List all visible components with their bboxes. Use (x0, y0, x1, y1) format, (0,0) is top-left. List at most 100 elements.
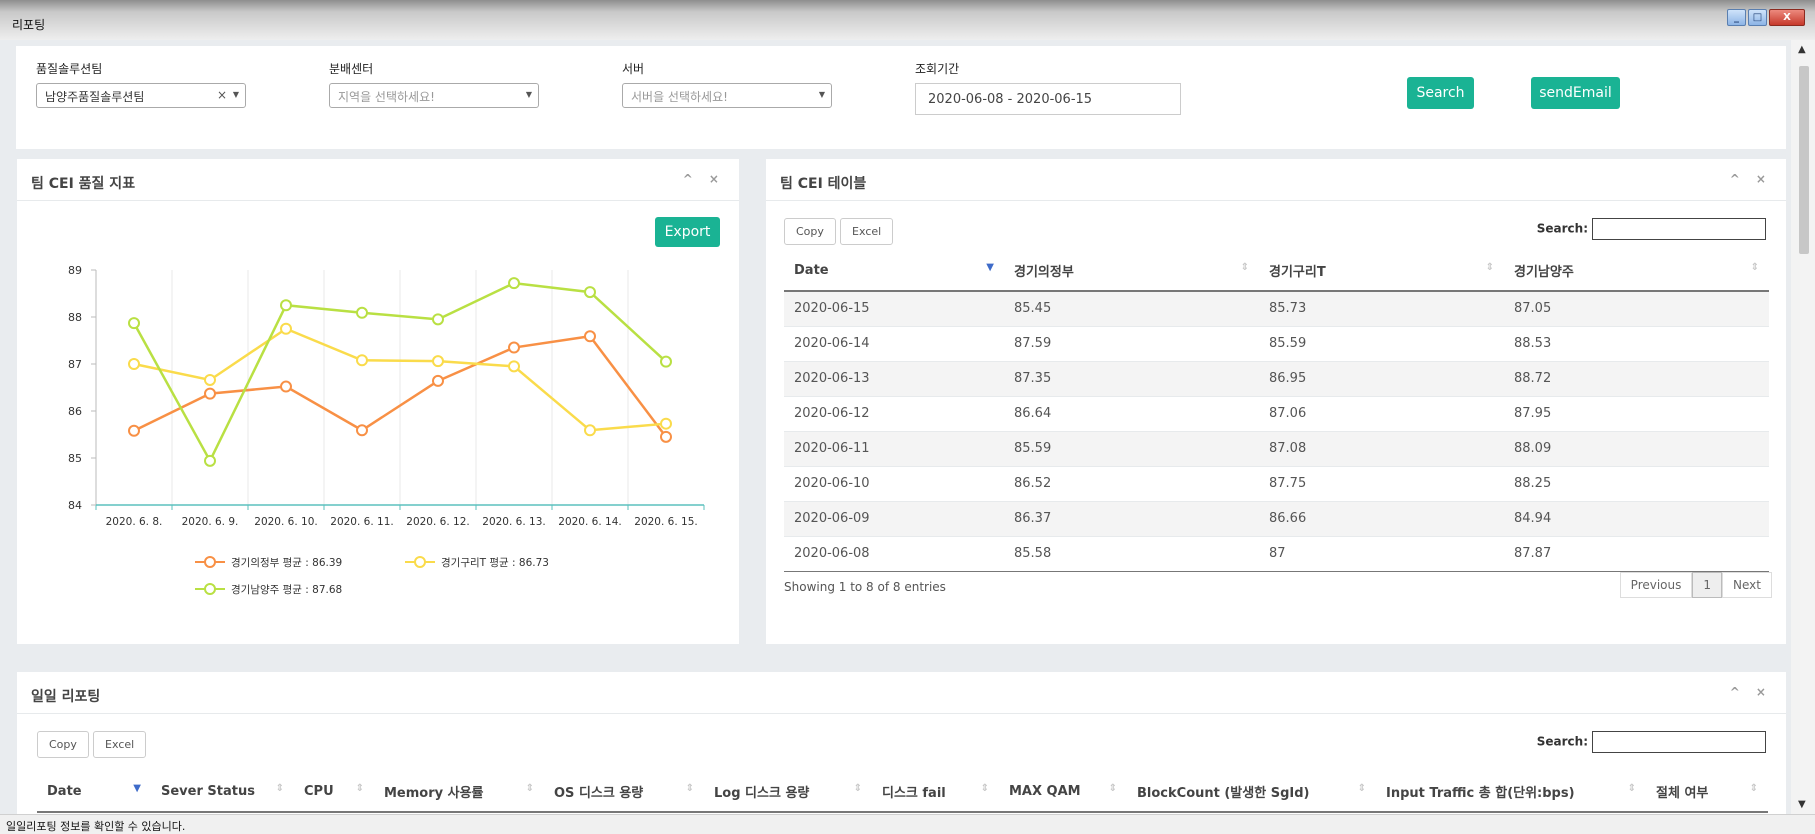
daily-report-table: Date ▼ Sever Status ⇕ CPU ⇕ Memory 사용률 ⇕ OS … (37, 772, 1768, 813)
column-header[interactable]: 경기구리T ⇕ (1259, 251, 1504, 292)
chart-data-point (508, 277, 520, 290)
center-select[interactable]: 지역을 선택하세요! ▼ (329, 83, 539, 108)
chart-panel: 팀 CEI 품질 지표 ^ × Export 84 85 86 87 88 89 2020.… (17, 159, 739, 644)
cei-line-chart: 84 85 86 87 88 89 2020. 6. 8. 2020. 6. 9. 2020. … (68, 264, 705, 596)
column-header[interactable]: OS 디스크 용량 ⇕ (544, 772, 704, 813)
copy-button[interactable]: Copy (37, 731, 89, 758)
table-row: 2020-06-12 86.64 87.06 87.95 (784, 395, 1769, 431)
column-header[interactable]: Input Traffic 총 합(단위:bps) ⇕ (1376, 772, 1646, 813)
column-header[interactable]: 디스크 fail ⇕ (872, 772, 999, 813)
maximize-button[interactable]: □ (1748, 9, 1767, 26)
chart-data-point (128, 317, 140, 330)
column-header[interactable]: Date ▼ (784, 251, 1004, 292)
filter-panel: 품질솔루션팀 남양주품질솔루션팀 × ▼ 분배센터 지역을 선택하세요! ▼ 서… (16, 46, 1786, 149)
previous-page-button[interactable]: Previous (1619, 572, 1693, 598)
excel-button[interactable]: Excel (840, 218, 894, 245)
chart-x-tick-label: 2020. 6. 10. (254, 516, 317, 528)
excel-button[interactable]: Excel (93, 731, 147, 758)
table-panel: 팀 CEI 테이블 ^ × Copy Excel Search: Date ▼ 경… (766, 159, 1786, 644)
table-row: 2020-06-13 87.35 86.95 88.72 (784, 360, 1769, 396)
chart-x-tick-label: 2020. 6. 14. (558, 516, 621, 528)
column-header[interactable]: 경기의정부 ⇕ (1004, 251, 1259, 292)
scroll-up-icon[interactable]: ▲ (1798, 44, 1806, 55)
chart-data-point (356, 354, 368, 367)
center-filter: 분배센터 지역을 선택하세요! ▼ (329, 60, 539, 108)
column-header[interactable]: Date ▼ (37, 772, 151, 813)
sort-icon: ⇕ (355, 783, 364, 794)
copy-button[interactable]: Copy (784, 218, 836, 245)
table-info: Showing 1 to 8 of 8 entries (784, 580, 946, 594)
panel-tools[interactable]: ^ × (1730, 685, 1772, 699)
chart-data-point (432, 313, 444, 326)
send-email-button[interactable]: sendEmail (1531, 77, 1620, 109)
window-title: 리포팅 (12, 18, 46, 32)
sort-icon: ⇕ (685, 783, 694, 794)
window-titlebar: 리포팅 _ □ X (0, 0, 1815, 40)
scroll-down-icon[interactable]: ▼ (1798, 799, 1806, 810)
table-row: 2020-06-15 85.45 85.73 87.05 (784, 290, 1769, 326)
chart-x-tick-label: 2020. 6. 13. (482, 516, 545, 528)
sort-icon: ⇕ (1240, 262, 1249, 273)
sort-icon: ⇕ (1357, 783, 1366, 794)
window-controls: _ □ X (1727, 9, 1805, 26)
column-header[interactable]: MAX QAM ⇕ (999, 772, 1127, 813)
chart-data-point (356, 306, 368, 319)
next-page-button[interactable]: Next (1722, 572, 1772, 598)
status-bar: 일일리포팅 정보를 확인할 수 있습니다. (0, 814, 1815, 834)
column-header[interactable]: Sever Status ⇕ (151, 772, 294, 813)
sort-icon: ⇕ (1627, 783, 1636, 794)
chart-x-tick-label: 2020. 6. 9. (182, 516, 239, 528)
server-filter: 서버 서버을 선택하세요! ▼ (622, 60, 832, 108)
cei-table: Date ▼ 경기의정부 ⇕ 경기구리T ⇕ 경기남양주 ⇕ 2020-06-15 85.… (784, 251, 1769, 572)
chart-data-point (660, 430, 672, 443)
sort-icon: ⇕ (1749, 783, 1758, 794)
chart-data-point (508, 341, 520, 354)
sort-icon: ⇕ (275, 783, 284, 794)
daily-report-panel: 일일 리포팅 ^ × Copy Excel Search: Date ▼ Seve… (17, 672, 1786, 814)
chart-x-tick-label: 2020. 6. 12. (406, 516, 469, 528)
table-search: Search: (1537, 218, 1766, 240)
sort-desc-icon: ▼ (133, 783, 141, 794)
vertical-scrollbar[interactable]: ▲ ▼ (1791, 40, 1815, 814)
minimize-button[interactable]: _ (1727, 9, 1746, 26)
table-row: 2020-06-14 87.59 85.59 88.53 (784, 325, 1769, 361)
clear-icon[interactable]: × (217, 88, 227, 102)
chart-data-point (660, 417, 672, 430)
team-select[interactable]: 남양주품질솔루션팀 × ▼ (36, 83, 246, 108)
team-filter: 품질솔루션팀 남양주품질솔루션팀 × ▼ (36, 60, 246, 108)
search-input[interactable] (1592, 731, 1766, 753)
chart-data-point (204, 454, 216, 467)
column-header[interactable]: 경기남양주 ⇕ (1504, 251, 1769, 292)
server-select[interactable]: 서버을 선택하세요! ▼ (622, 83, 832, 108)
date-range-input[interactable]: 2020-06-08 - 2020-06-15 (915, 83, 1181, 115)
chart-x-tick-label: 2020. 6. 8. (106, 516, 163, 528)
panel-tools[interactable]: ^ × (1730, 172, 1772, 186)
chart-data-point (660, 355, 672, 368)
chart-data-point (356, 424, 368, 437)
table-header-row: Date ▼ Sever Status ⇕ CPU ⇕ Memory 사용률 ⇕ OS … (37, 772, 1768, 813)
table-row: 2020-06-09 86.37 86.66 84.94 (784, 500, 1769, 536)
search-button[interactable]: Search (1407, 77, 1474, 109)
chart-y-tick-label: 86 (68, 405, 82, 418)
server-select-placeholder: 서버을 선택하세요! (631, 90, 728, 104)
chart-legend-label: 경기구리T 평균 : 86.73 (441, 556, 549, 569)
sort-icon: ⇕ (1750, 262, 1759, 273)
page-button-current[interactable]: 1 (1692, 572, 1723, 598)
column-header[interactable]: CPU ⇕ (294, 772, 374, 813)
center-label: 분배센터 (329, 62, 374, 76)
column-header[interactable]: Memory 사용률 ⇕ (374, 772, 544, 813)
close-button[interactable]: X (1769, 9, 1805, 26)
daily-search: Search: (1537, 731, 1766, 753)
chart-data-point (204, 373, 216, 386)
column-header[interactable]: 절체 여부 ⇕ (1646, 772, 1768, 813)
search-label: Search: (1536, 734, 1588, 749)
search-input[interactable] (1592, 218, 1766, 240)
chart-legend-label: 경기의정부 평균 : 86.39 (231, 556, 342, 569)
chart-data-point (280, 299, 292, 312)
column-header[interactable]: Log 디스크 용량 ⇕ (704, 772, 872, 813)
server-label: 서버 (622, 62, 645, 76)
scrollbar-thumb[interactable] (1799, 66, 1809, 254)
chart-data-point (584, 286, 596, 299)
chart-data-point (584, 330, 596, 343)
column-header[interactable]: BlockCount (발생한 SgId) ⇕ (1127, 772, 1376, 813)
